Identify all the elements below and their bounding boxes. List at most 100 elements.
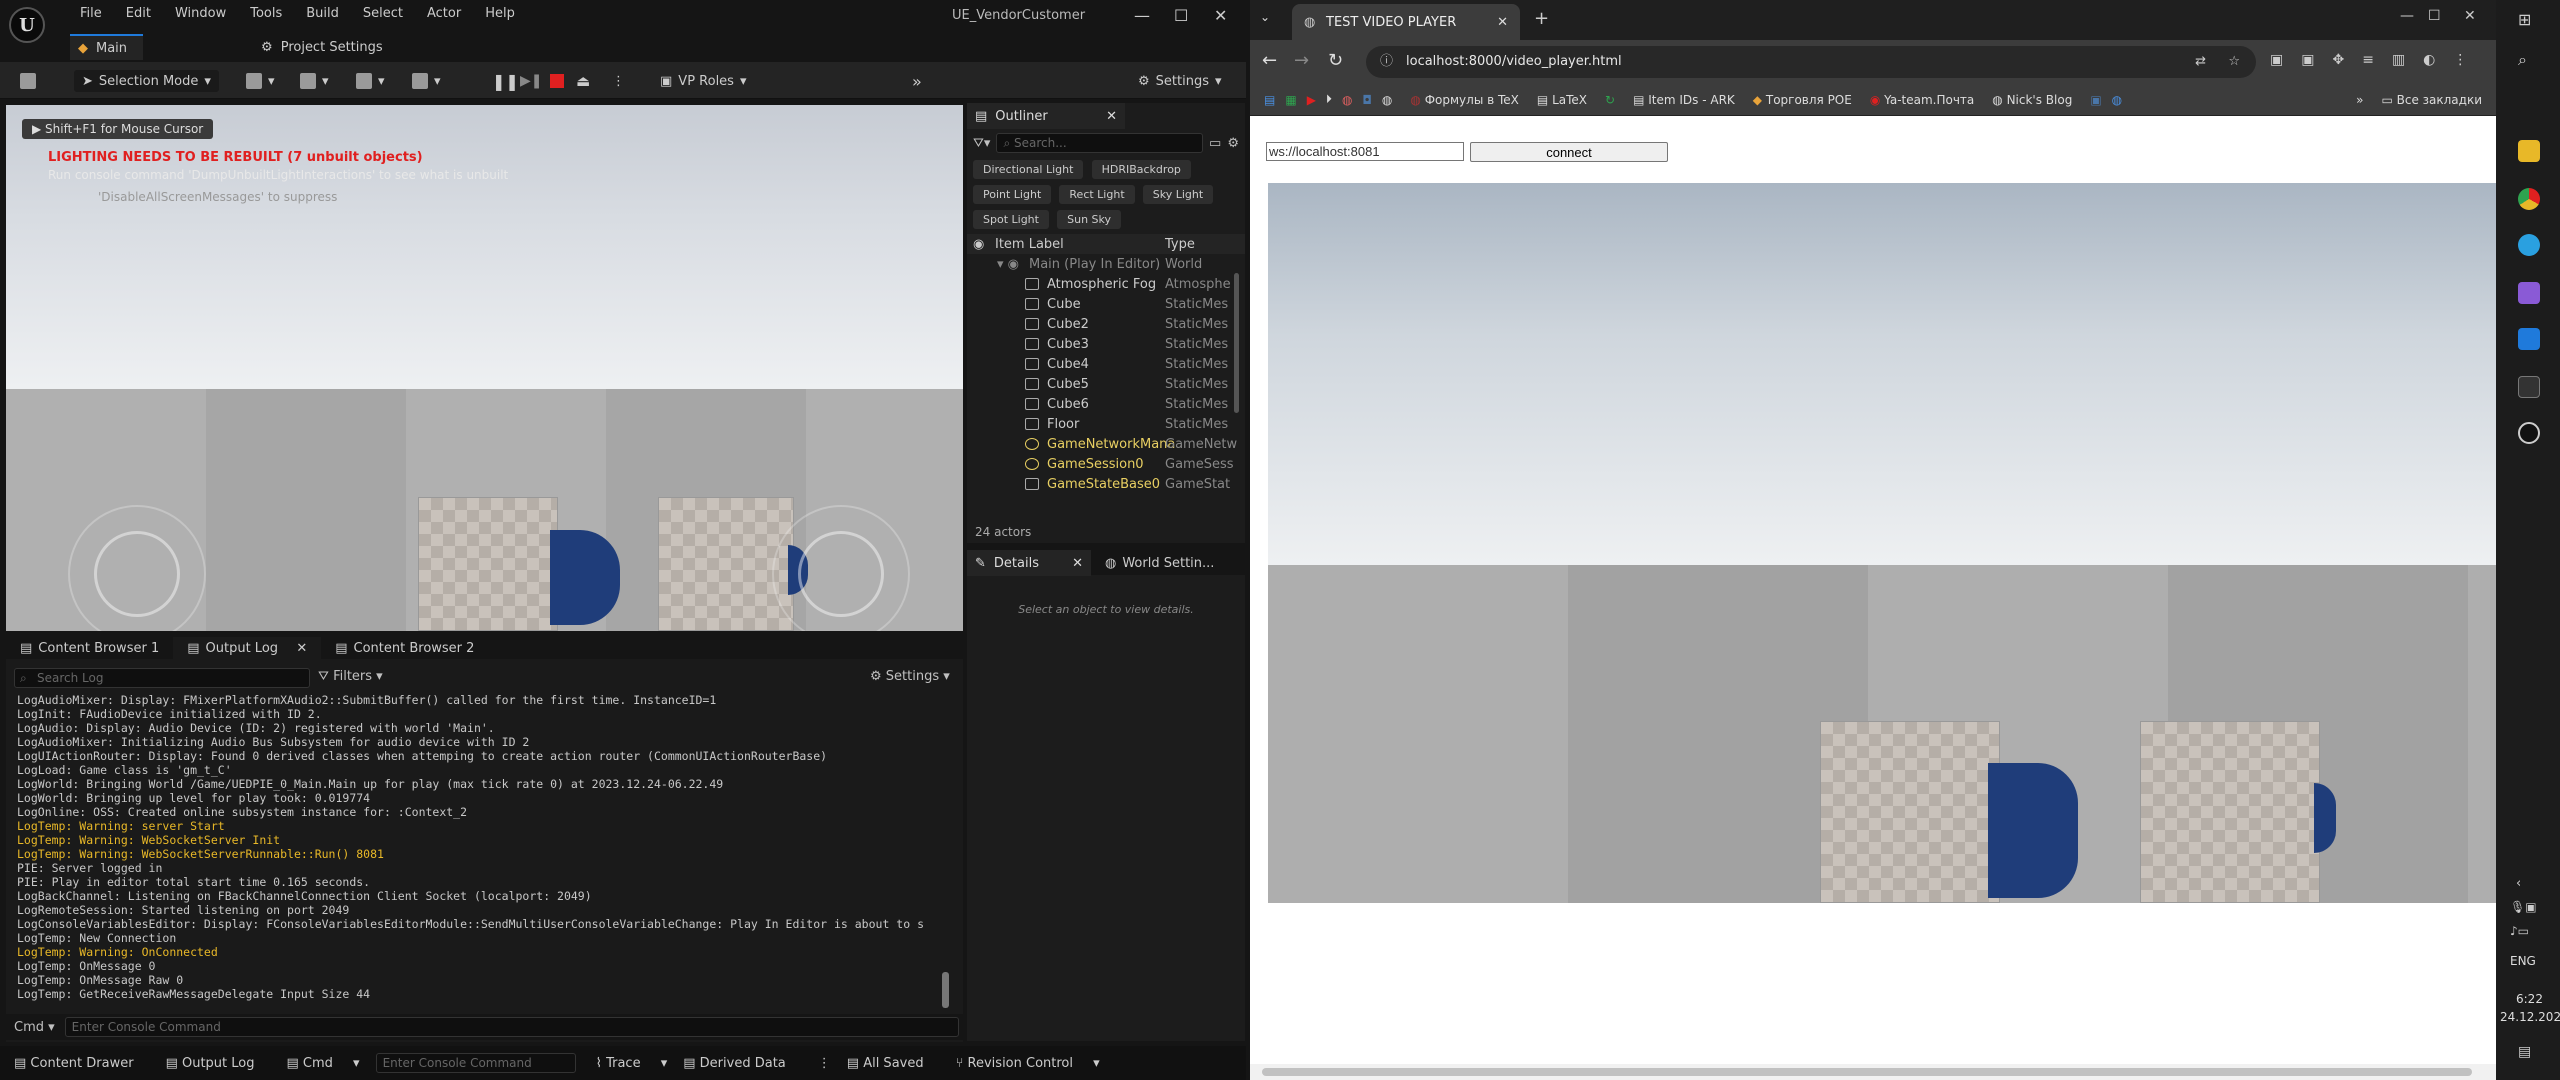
outliner-row[interactable]: Cube StaticMes (967, 294, 1245, 314)
maximize-icon[interactable]: ☐ (2428, 8, 2441, 24)
connect-button[interactable]: connect (1470, 142, 1668, 162)
bookmark-icon[interactable]: ▣ (2090, 93, 2101, 107)
tab-output-log[interactable]: ▤ Output Log ✕ (173, 637, 322, 659)
log-scrollbar[interactable] (942, 972, 949, 1008)
vk-icon[interactable]: ◘ (1362, 93, 1372, 107)
tab-project-settings[interactable]: ⚙ Project Settings (253, 34, 399, 60)
level-viewport[interactable]: ▶ Shift+F1 for Mouse Cursor LIGHTING NEE… (6, 105, 963, 631)
bookmark-ark[interactable]: ▤ Item IDs - ARK (1633, 93, 1735, 107)
derived-data-button[interactable]: ▤ Derived Data (683, 1056, 802, 1071)
bookmark-icon[interactable]: ◍ (1382, 93, 1392, 107)
log-search-input[interactable]: ⌕ Search Log (14, 668, 310, 688)
expand-toolbar-icon[interactable]: » (912, 70, 922, 92)
back-icon[interactable]: ← (1262, 50, 1277, 71)
youtube-icon[interactable]: ▶ (1307, 93, 1316, 107)
all-saved-button[interactable]: ▤ All Saved (847, 1056, 940, 1071)
chip-sun-sky[interactable]: Sun Sky (1057, 210, 1122, 229)
outliner-row[interactable]: Floor StaticMes (967, 414, 1245, 434)
clock-date[interactable]: 24.12.2023 (2500, 1010, 2560, 1024)
outliner-tab[interactable]: ▤ Outliner ✕ (967, 103, 1125, 129)
visibility-icon[interactable]: ◉ (973, 237, 984, 252)
tray-chevron-icon[interactable]: ‹ (2516, 876, 2521, 891)
trace-button[interactable]: ⌇ Trace ▾ (596, 1056, 668, 1071)
maximize-icon[interactable]: ☐ (1174, 6, 1188, 25)
right-virtual-joystick[interactable] (772, 505, 910, 631)
chip-spot-light[interactable]: Spot Light (973, 210, 1049, 229)
outliner-row[interactable]: Cube3 StaticMes (967, 334, 1245, 354)
outliner-row[interactable]: Cube2 StaticMes (967, 314, 1245, 334)
websocket-url-input[interactable]: ws://localhost:8081 (1266, 142, 1464, 161)
outliner-search-input[interactable]: ⌕ Search... (996, 133, 1204, 153)
console-input[interactable]: Enter Console Command (64, 1017, 959, 1037)
bookmark-icon[interactable]: ◍ (2112, 93, 2122, 107)
step-icon[interactable]: ▶❚ (520, 70, 543, 92)
col-type[interactable]: Type (1165, 237, 1195, 252)
input-language[interactable]: ENG (2510, 954, 2536, 968)
profile-icon[interactable]: ◐ (2423, 52, 2435, 68)
left-virtual-joystick[interactable] (68, 505, 206, 631)
outliner-scrollbar[interactable] (1234, 273, 1239, 413)
menu-edit[interactable]: Edit (114, 6, 163, 21)
platforms-button[interactable]: ▾ (412, 70, 441, 92)
close-icon[interactable]: ✕ (1214, 6, 1227, 25)
outliner-row[interactable]: GameStateBase0 GameStat (967, 474, 1245, 494)
mic-icon[interactable]: 🎙︎▣ (2510, 900, 2537, 914)
tab-details[interactable]: ✎ Details ✕ (967, 550, 1091, 576)
bookmark-icon[interactable]: ◍ (1342, 93, 1352, 107)
chrome-icon[interactable] (2518, 188, 2540, 210)
more-bookmarks-icon[interactable]: » (2356, 93, 2363, 107)
close-tab-icon[interactable]: ✕ (1497, 15, 1508, 30)
content-drawer-button[interactable]: ▤ Content Drawer (14, 1056, 150, 1071)
save-icon[interactable] (20, 70, 36, 92)
close-icon[interactable]: ✕ (296, 641, 307, 656)
terminal-icon[interactable] (2518, 376, 2540, 398)
menu-window[interactable]: Window (163, 6, 238, 21)
telegram-icon[interactable] (2518, 234, 2540, 256)
close-icon[interactable]: ✕ (2464, 8, 2476, 24)
notification-icon[interactable]: ▤ (2518, 1044, 2531, 1060)
volume-icon[interactable]: ♪▭ (2510, 924, 2529, 938)
bookmark-nicks-blog[interactable]: ◍ Nick's Blog (1992, 93, 2072, 107)
outliner-row[interactable]: Cube6 StaticMes (967, 394, 1245, 414)
new-tab-icon[interactable]: + (1534, 8, 1549, 29)
more-options-icon[interactable]: ⋮ (612, 70, 625, 92)
filter-icon[interactable]: ⛛▾ (973, 136, 990, 151)
bookmark-docs-icon[interactable]: ▤ (1264, 93, 1275, 107)
tab-search-icon[interactable]: ⌄ (1260, 10, 1270, 24)
outliner-row[interactable]: Atmospheric Fog Atmosphe (967, 274, 1245, 294)
stop-icon[interactable] (550, 70, 564, 92)
menu-file[interactable]: File (68, 6, 114, 21)
status-output-log-button[interactable]: ▤ Output Log (166, 1056, 271, 1071)
blueprint-button[interactable]: ▾ (300, 70, 329, 92)
cinematics-button[interactable]: ▾ (356, 70, 385, 92)
tab-content-browser-2[interactable]: ▤ Content Browser 2 (321, 637, 488, 659)
filters-button[interactable]: ⛛ Filters ▾ (318, 669, 383, 684)
unreal-logo-icon[interactable]: U (9, 7, 45, 43)
video-player[interactable] (1268, 183, 2498, 903)
outliner-row[interactable]: Cube4 StaticMes (967, 354, 1245, 374)
more-icon[interactable]: ⋮ (818, 1056, 831, 1071)
clock-time[interactable]: 6:22 (2516, 992, 2543, 1006)
menu-help[interactable]: Help (473, 6, 527, 21)
chip-point-light[interactable]: Point Light (973, 185, 1052, 204)
bookmark-icon[interactable]: ↻ (1605, 93, 1615, 107)
vp-roles-button[interactable]: ▣ VP Roles ▾ (660, 70, 746, 92)
file-explorer-icon[interactable] (2518, 140, 2540, 162)
extensions-puzzle-icon[interactable]: ✥ (2332, 52, 2344, 68)
menu-build[interactable]: Build (294, 6, 351, 21)
cmd-dropdown[interactable]: Cmd ▾ (14, 1020, 55, 1035)
minimize-icon[interactable]: — (1134, 6, 1150, 25)
col-item-label[interactable]: Item Label (995, 237, 1064, 252)
side-panel-icon[interactable]: ▥ (2392, 52, 2405, 68)
outliner-row[interactable]: GameNetworkMana GameNetw (967, 434, 1245, 454)
tab-main[interactable]: ◆ Main (70, 34, 144, 60)
menu-select[interactable]: Select (351, 6, 415, 21)
bookmark-star-icon[interactable]: ☆ (2228, 46, 2240, 78)
address-bar[interactable]: ⓘ localhost:8000/video_player.html ⇄ ☆ (1366, 46, 2256, 78)
chip-sky-light[interactable]: Sky Light (1142, 185, 1214, 204)
outliner-row[interactable]: Cube5 StaticMes (967, 374, 1245, 394)
close-icon[interactable]: ✕ (1072, 556, 1083, 571)
page-horizontal-scrollbar[interactable] (1250, 1064, 2496, 1080)
status-console-input[interactable]: Enter Console Command (375, 1053, 576, 1073)
scrollbar-thumb[interactable] (1262, 1068, 2472, 1076)
